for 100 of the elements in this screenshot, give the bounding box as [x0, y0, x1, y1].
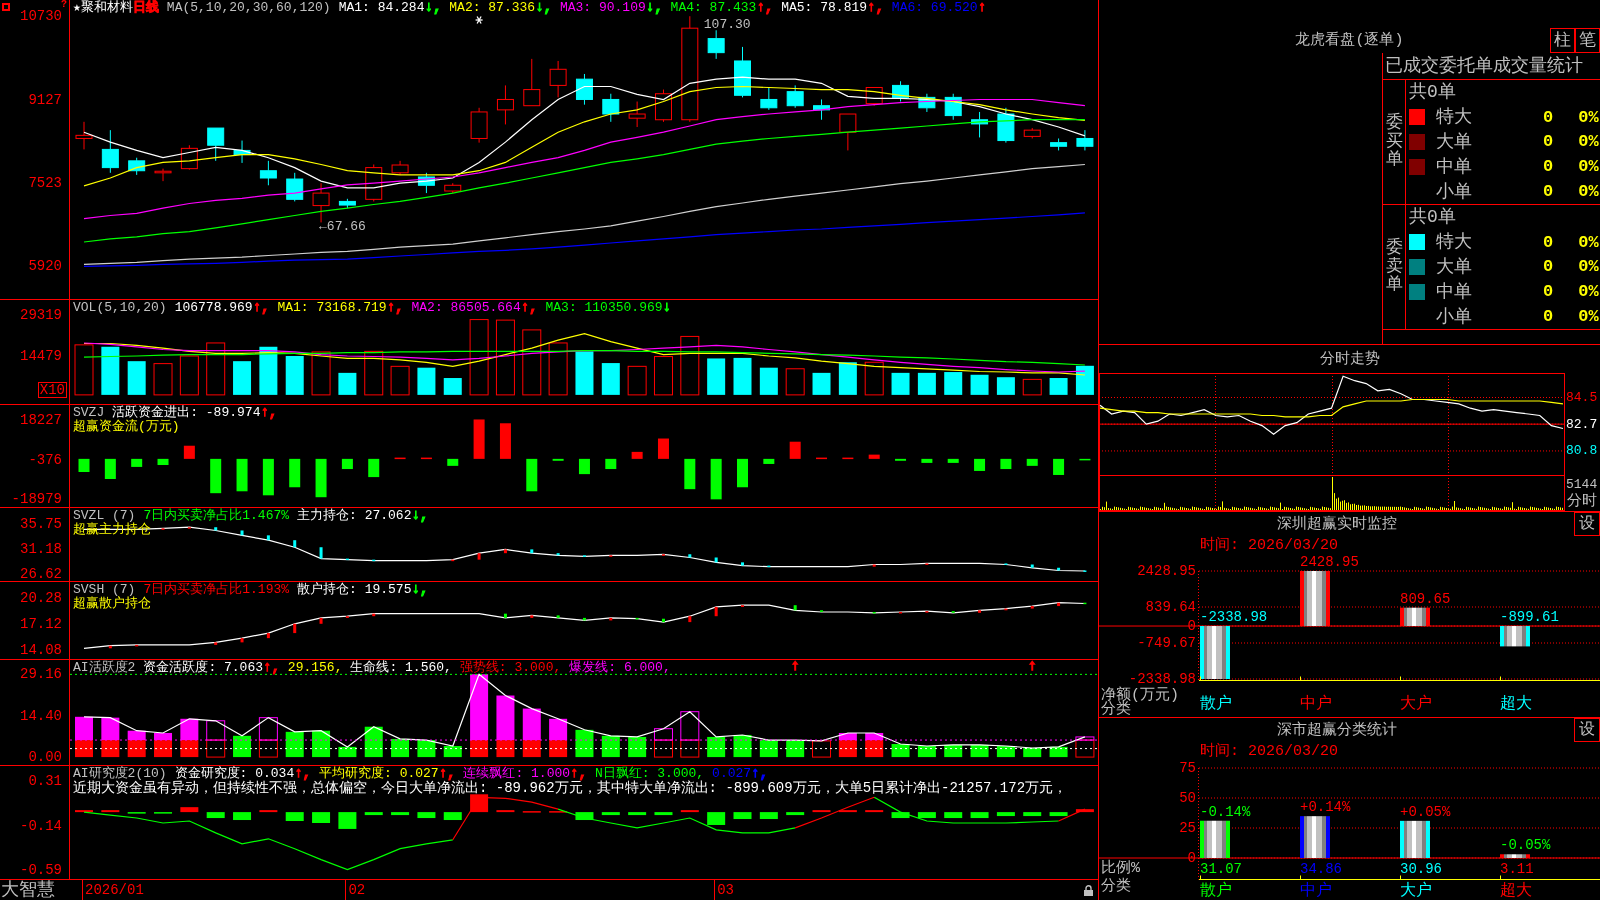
settings-button[interactable]: 设 [1574, 512, 1600, 536]
axis-label: 75 [1179, 760, 1196, 776]
research-bar [601, 812, 620, 816]
order-count: 0 [1543, 183, 1554, 201]
flow-bar [631, 451, 643, 459]
timestamp: 时间: 2026/03/20 [1200, 743, 1339, 759]
flow-bar [842, 457, 854, 460]
price-label: ←67.66 [319, 218, 366, 234]
change-mark [135, 644, 139, 647]
research-bar [338, 812, 357, 829]
change-mark [1083, 570, 1087, 572]
indicator-value: MA6: 69.520 [891, 1, 978, 15]
change-mark [662, 618, 665, 623]
indicator-value: MA2: 86505.664 [411, 301, 521, 315]
change-mark [582, 555, 586, 557]
axis-label: 20.28 [20, 591, 62, 604]
change-mark [1030, 606, 1034, 609]
activity-bar [1023, 748, 1042, 758]
volume-bar [233, 361, 252, 395]
square-icon [2, 3, 10, 11]
order-share: 0% [1578, 133, 1599, 151]
category-label: 中户 [1300, 882, 1332, 900]
order-count: 0 [1543, 233, 1554, 251]
change-mark [503, 549, 507, 554]
order-total: 共0单 [1409, 83, 1456, 102]
research-bar [364, 812, 383, 816]
axis-label: 0.00 [28, 751, 62, 764]
order-share: 0% [1578, 108, 1599, 126]
activity-bar [338, 746, 357, 758]
settings-button[interactable]: 设 [1574, 718, 1600, 742]
flow-bar [394, 457, 406, 460]
activity-bar [180, 740, 199, 758]
candlestick [628, 101, 646, 128]
trend-arrow: ↓, [424, 0, 442, 14]
bar [1200, 626, 1230, 679]
activity-bar [443, 746, 462, 758]
flow-bar [210, 458, 222, 494]
change-mark [556, 615, 560, 618]
category-label: 大户 [1400, 882, 1432, 900]
activity-bar [575, 729, 594, 758]
view-toggle-button[interactable]: 柱 [1550, 28, 1575, 53]
indicator-title: VOL(5,10,20) [73, 301, 167, 315]
change-mark [372, 613, 376, 617]
activity-bar [233, 735, 252, 758]
indicator-title: AI活跃度2 [73, 661, 136, 675]
research-bar [206, 812, 225, 819]
volume-bar [785, 368, 805, 396]
indicator-value: 29.156, [287, 661, 343, 675]
indicator-value: N日飘红: 3.000, [594, 767, 705, 781]
change-mark [1004, 563, 1008, 565]
activity-bar [101, 740, 120, 758]
change-mark [688, 554, 692, 558]
volume-bar [891, 372, 910, 395]
candlestick [75, 121, 93, 150]
panel-title: 深市超赢分类统计 [1276, 722, 1397, 738]
axis-title: 分类 [1101, 877, 1131, 895]
change-mark [1057, 567, 1061, 571]
change-mark [266, 535, 270, 541]
activity-bar [180, 718, 199, 741]
change-mark [582, 617, 586, 621]
bar [1200, 820, 1230, 858]
candlestick [365, 164, 383, 202]
flow-bar [368, 458, 380, 478]
research-bar [443, 812, 462, 821]
change-mark [240, 638, 244, 643]
activity-bar [733, 734, 752, 758]
indicator-value: MA1: 84.284 [338, 1, 425, 15]
indicator-value: 主力持仓: 27.062 [297, 509, 412, 523]
flow-bar [420, 457, 432, 460]
change-mark [741, 605, 744, 607]
research-bar [838, 810, 857, 813]
candlestick [417, 172, 435, 194]
candlestick [286, 172, 304, 202]
order-share: 0% [1578, 258, 1599, 276]
change-mark [503, 613, 507, 618]
flow-bar [447, 458, 459, 466]
change-mark [1004, 608, 1008, 611]
indicator-title: SVZL (7) [73, 509, 136, 523]
indicator-value: 生命线: 1.560, [350, 661, 452, 675]
table-title: 已成交委托单成交量统计 [1385, 57, 1583, 75]
flow-bar [183, 445, 195, 459]
candlestick [207, 127, 225, 162]
flow-bar [816, 457, 827, 460]
indicator-value: 活跃资金进出: -89.974 [112, 406, 261, 420]
order-size-label: 大单 [1436, 133, 1472, 151]
change-mark [530, 549, 534, 554]
candlestick [918, 93, 936, 113]
axis-label: 5144 [1566, 476, 1598, 492]
panel-title: 龙虎看盘(逐单) [1295, 32, 1404, 51]
change-mark [714, 557, 718, 563]
candlestick [338, 198, 356, 209]
candlestick [734, 46, 751, 98]
indicator-value: 资金活跃度: 7.063 [143, 661, 263, 675]
timestamp: 时间: 2026/03/20 [1200, 537, 1339, 553]
bar [1300, 571, 1330, 626]
view-toggle-button[interactable]: 笔 [1575, 28, 1600, 53]
flow-bar [684, 458, 696, 490]
bar [1500, 854, 1530, 858]
axis-label: 839.64 [1145, 599, 1196, 615]
value-label: 34.86 [1300, 861, 1342, 877]
